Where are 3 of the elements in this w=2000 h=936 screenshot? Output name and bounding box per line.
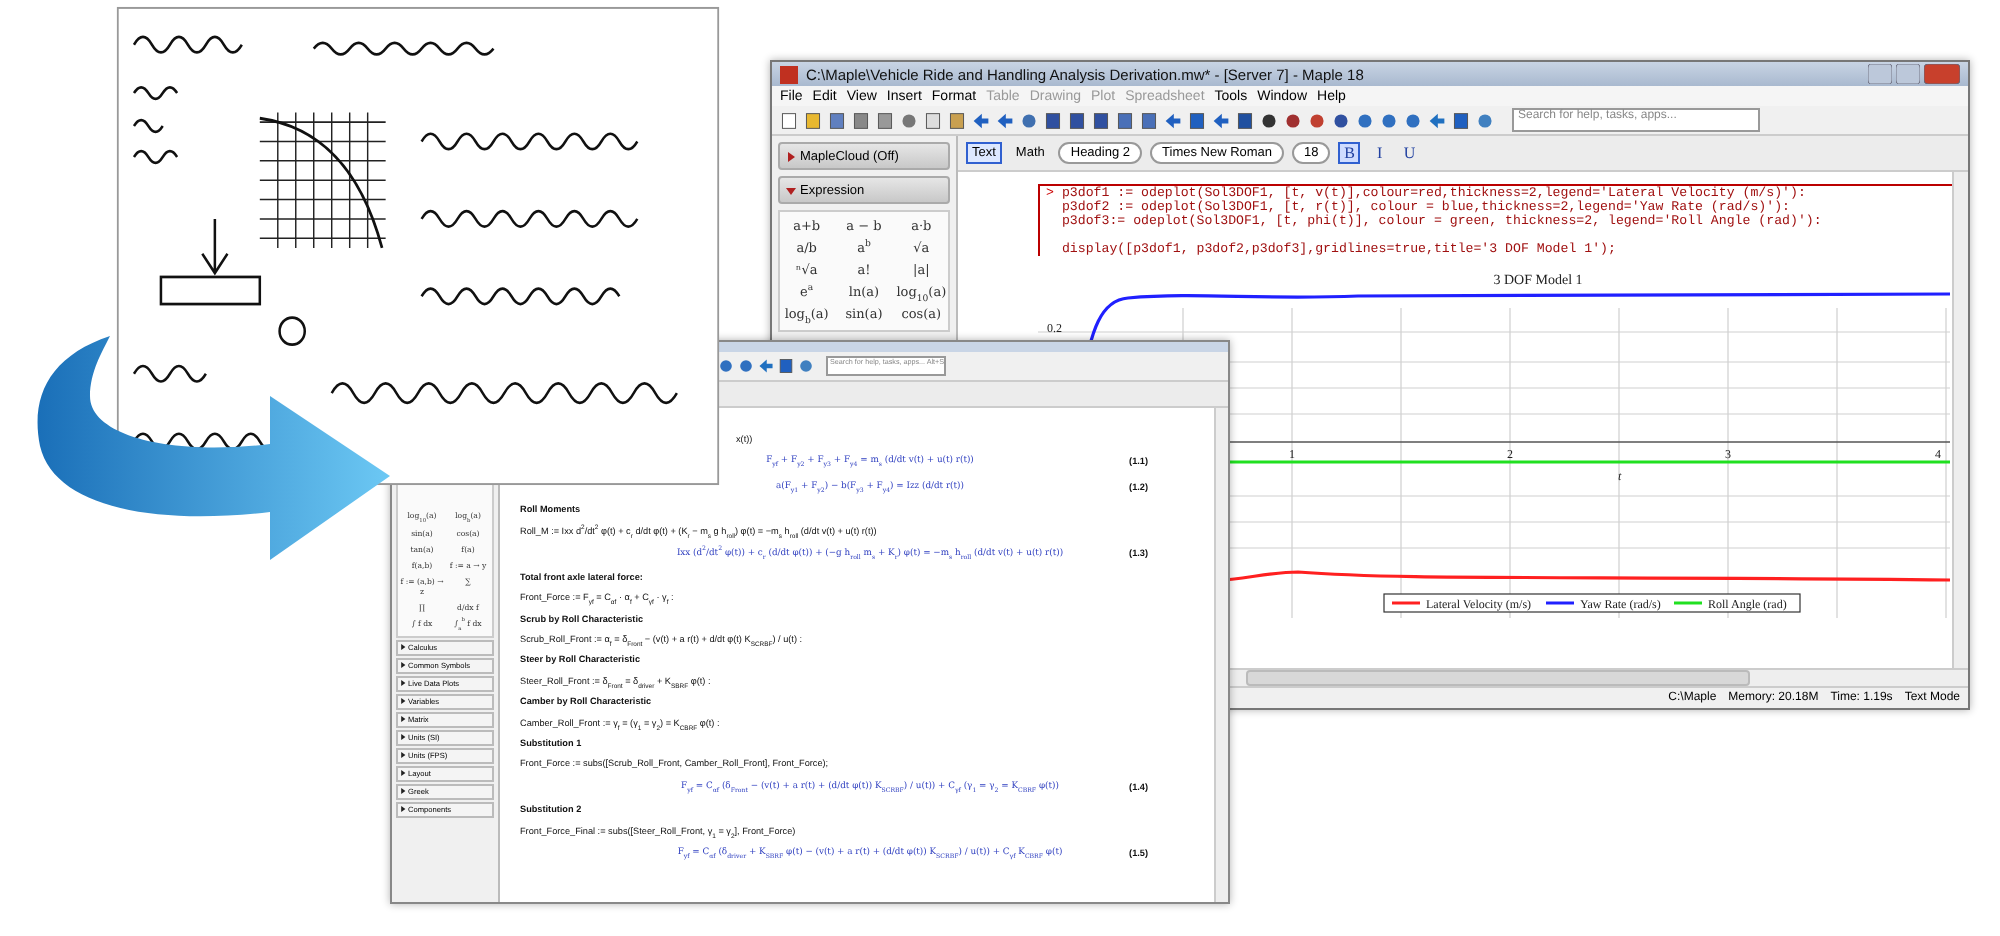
format-button[interactable]: U <box>1398 142 1421 164</box>
format-button[interactable]: B <box>1338 142 1361 164</box>
format-button[interactable]: I <box>1368 142 1391 164</box>
